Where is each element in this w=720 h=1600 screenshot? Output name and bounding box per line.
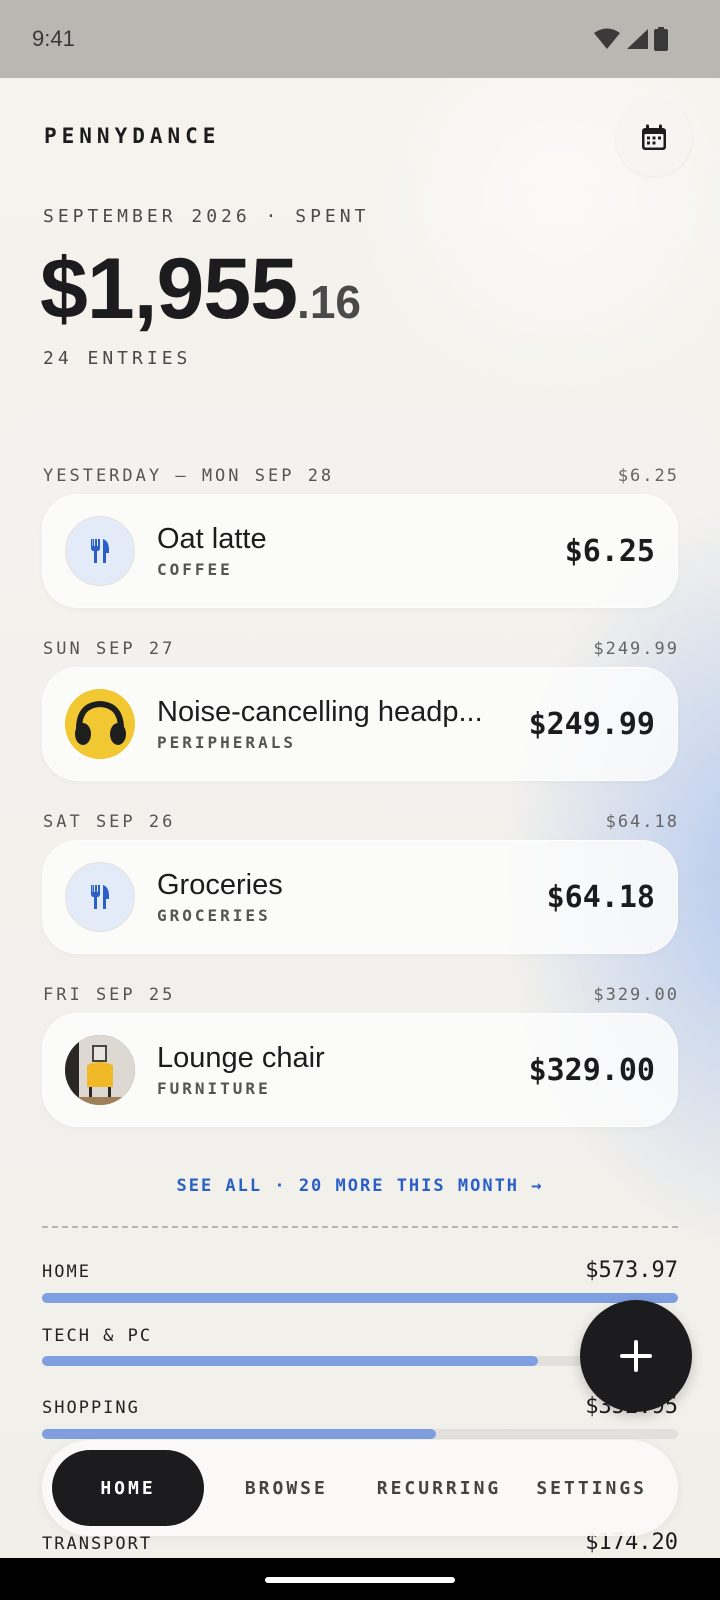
- fork-knife-icon: [91, 885, 109, 909]
- chair-image: [65, 1035, 135, 1105]
- headphones-icon: [65, 689, 135, 759]
- transaction-amount: $249.99: [528, 706, 655, 742]
- category-name: TECH & PC: [42, 1326, 153, 1346]
- transaction-amount: $6.25: [564, 533, 655, 569]
- transaction-category: COFFEE: [157, 560, 233, 579]
- category-amount: $573.97: [585, 1258, 678, 1283]
- total-spent: $1,955.16: [40, 240, 361, 339]
- transaction-title: Noise-cancelling headp...: [157, 696, 483, 728]
- category-bar-fill: [42, 1429, 437, 1439]
- category-name: SHOPPING: [42, 1398, 140, 1418]
- nav-home[interactable]: HOME: [52, 1450, 204, 1526]
- plus-icon: [620, 1340, 652, 1372]
- transaction-title: Groceries: [157, 869, 283, 901]
- total-dollars: $1,955: [40, 241, 298, 337]
- total-cents: .16: [297, 276, 361, 328]
- calendar-button[interactable]: [616, 100, 692, 176]
- category-name: TRANSPORT: [42, 1534, 153, 1554]
- transaction-category: PERIPHERALS: [157, 733, 296, 752]
- see-all-link[interactable]: SEE ALL · 20 MORE THIS MONTH →: [0, 1176, 720, 1196]
- transaction-title: Lounge chair: [157, 1042, 325, 1074]
- transaction-title: Oat latte: [157, 523, 267, 555]
- signal-icon: [627, 29, 648, 49]
- transaction-card[interactable]: Groceries GROCERIES $64.18: [42, 840, 678, 954]
- group-date: YESTERDAY — MON SEP 28: [43, 466, 335, 486]
- category-bar-fill: [42, 1293, 678, 1303]
- transaction-amount: $329.00: [528, 1052, 655, 1088]
- group-date: SAT SEP 26: [43, 812, 176, 832]
- nav-browse[interactable]: BROWSE: [210, 1450, 363, 1526]
- nav-settings[interactable]: SETTINGS: [515, 1450, 668, 1526]
- group-total: $249.99: [593, 639, 679, 659]
- app-brand: PENNYDANCE: [44, 124, 221, 148]
- date-group-header: SUN SEP 27 $249.99: [43, 639, 679, 659]
- status-bar: 9:41: [0, 0, 720, 78]
- group-total: $329.00: [593, 985, 679, 1005]
- transaction-card[interactable]: Noise-cancelling headp... PERIPHERALS $2…: [42, 667, 678, 781]
- group-date: FRI SEP 25: [43, 985, 176, 1005]
- group-total: $64.18: [605, 812, 679, 832]
- date-group-header: FRI SEP 25 $329.00: [43, 985, 679, 1005]
- transaction-category: FURNITURE: [157, 1079, 271, 1098]
- category-name: HOME: [42, 1262, 91, 1282]
- home-indicator[interactable]: [265, 1577, 455, 1583]
- add-entry-button[interactable]: [580, 1300, 692, 1412]
- category-avatar: [65, 516, 135, 586]
- chair-icon: [65, 1035, 135, 1105]
- wifi-icon: [594, 28, 620, 49]
- category-bar: [42, 1429, 678, 1439]
- status-time: 9:41: [32, 26, 75, 51]
- divider: [42, 1226, 678, 1228]
- category-row[interactable]: HOME $573.97: [42, 1258, 678, 1303]
- entries-count: 24 ENTRIES: [43, 348, 192, 369]
- category-bar-fill: [42, 1356, 539, 1366]
- status-icons: [594, 27, 668, 51]
- period-label: SEPTEMBER 2026 · SPENT: [43, 206, 370, 227]
- calendar-icon: [642, 124, 666, 150]
- category-row[interactable]: SHOPPING $352.95: [42, 1394, 678, 1439]
- transaction-amount: $64.18: [546, 879, 655, 915]
- nav-recurring[interactable]: RECURRING: [363, 1450, 516, 1526]
- fork-knife-icon: [91, 539, 109, 563]
- category-bar: [42, 1293, 678, 1303]
- bottom-navigation: HOME BROWSE RECURRING SETTINGS: [42, 1440, 678, 1536]
- headphones-image: [65, 689, 135, 759]
- battery-icon: [654, 27, 668, 51]
- group-total: $6.25: [617, 466, 679, 486]
- category-avatar: [65, 862, 135, 932]
- date-group-header: SAT SEP 26 $64.18: [43, 812, 679, 832]
- date-group-header: YESTERDAY — MON SEP 28 $6.25: [43, 466, 679, 486]
- transaction-card[interactable]: Oat latte COFFEE $6.25: [42, 494, 678, 608]
- transaction-card[interactable]: Lounge chair FURNITURE $329.00: [42, 1013, 678, 1127]
- group-date: SUN SEP 27: [43, 639, 176, 659]
- transaction-category: GROCERIES: [157, 906, 271, 925]
